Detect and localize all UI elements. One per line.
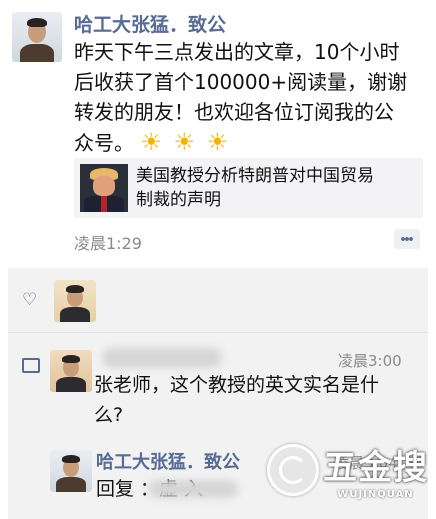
commenter-name-blurred <box>102 348 222 368</box>
post-author-name[interactable]: 哈工大张猛．致公 <box>74 10 226 37</box>
reply-author-name[interactable]: 哈工大张猛．致公 <box>96 448 240 474</box>
post-time: 凌晨1:29 <box>74 234 142 253</box>
reply-author-avatar[interactable] <box>50 450 92 492</box>
watermark-brand: 五金搜 <box>323 448 428 488</box>
article-title-line: 美国教授分析特朗普对中国贸易 <box>136 166 374 186</box>
post-text: 昨天下午三点发出的文章，10个小时 后收获了首个100000+阅读量，谢谢 转发… <box>74 37 428 158</box>
heart-icon: ♡ <box>22 290 38 310</box>
post-text-line: 后收获了首个100000+阅读量，谢谢 <box>74 70 408 94</box>
reply-target-blurred <box>148 480 238 498</box>
more-dots-icon <box>401 237 413 241</box>
sun-emoji-icon: ☀ ☀ ☀ <box>140 128 231 156</box>
article-title-line: 制裁的声明 <box>136 190 221 210</box>
post-text-line: 众号。 ☀ ☀ ☀ <box>74 127 428 158</box>
article-thumbnail <box>80 164 128 212</box>
shared-article-card[interactable]: 美国教授分析特朗普对中国贸易 制裁的声明 <box>74 158 423 218</box>
liker-avatar[interactable] <box>54 280 96 322</box>
comment-text-line: 么? <box>94 404 124 426</box>
author-avatar[interactable] <box>12 12 62 62</box>
post-text-line: 转发的朋友！也欢迎各位订阅我的公 <box>74 100 394 124</box>
watermark-logo-icon <box>267 444 319 496</box>
post-text-line: 昨天下午三点发出的文章，10个小时 <box>74 40 400 64</box>
watermark: 五金搜 WUJINQUAN <box>267 440 428 500</box>
comment-text: 张老师，这个教授的英文实名是什 么? <box>94 370 414 430</box>
comment-text-line: 张老师，这个教授的英文实名是什 <box>94 374 380 396</box>
watermark-sub: WUJINQUAN <box>337 489 414 500</box>
comment-time: 凌晨3:00 <box>338 352 402 370</box>
divider <box>8 332 428 333</box>
post-text-end: 众号。 <box>74 131 134 155</box>
article-title: 美国教授分析特朗普对中国贸易 制裁的声明 <box>136 164 374 212</box>
comment-action-button[interactable] <box>394 229 420 249</box>
commenter-avatar[interactable] <box>50 350 92 392</box>
comment-icon <box>22 358 40 373</box>
